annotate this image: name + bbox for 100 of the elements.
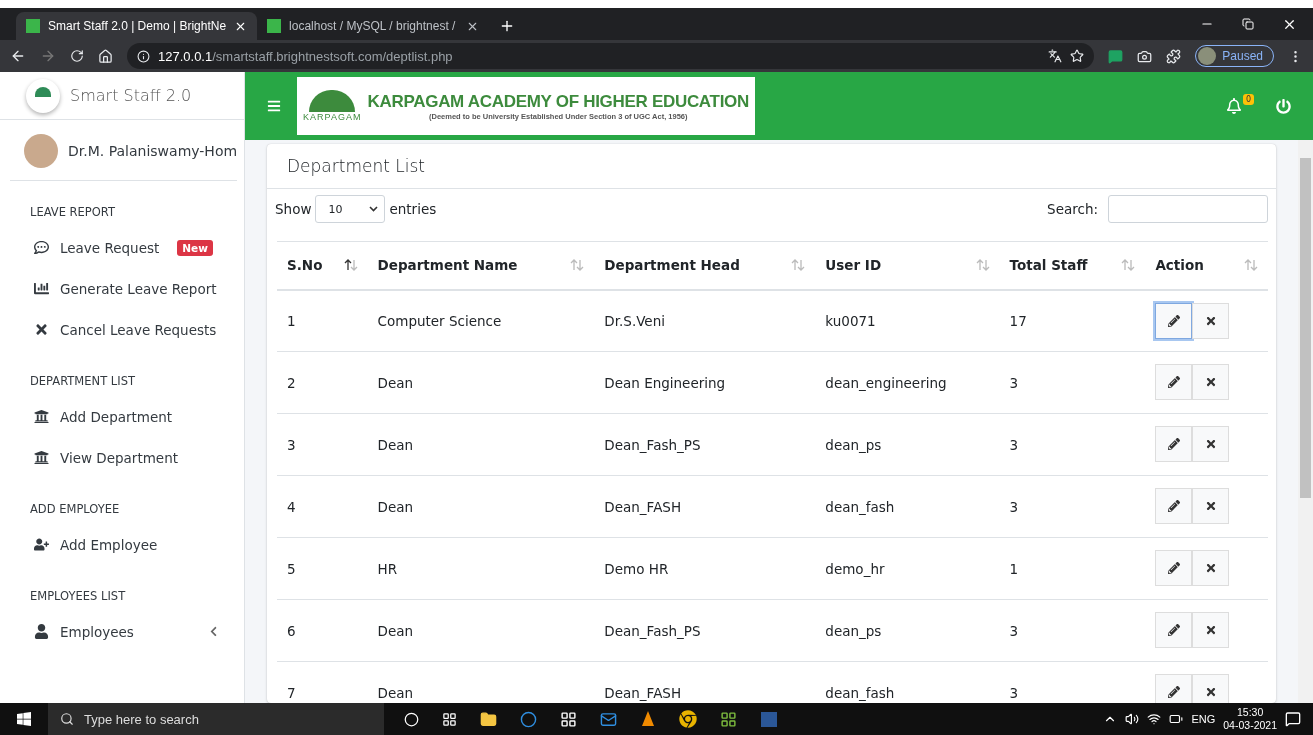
table-cell: dean_fash bbox=[825, 684, 895, 701]
nav-link[interactable]: Add Employee bbox=[60, 536, 158, 553]
browser-icon[interactable] bbox=[520, 710, 537, 728]
avatar-icon bbox=[1198, 47, 1217, 65]
folder-icon[interactable] bbox=[480, 710, 497, 728]
sort-icon bbox=[1244, 259, 1258, 272]
section-heading: LEAVE REPORT bbox=[29, 204, 116, 221]
nav-link[interactable]: Generate Leave Report bbox=[60, 280, 217, 297]
power-icon[interactable] bbox=[1276, 98, 1291, 114]
taskbar-search-field[interactable]: Type here to search bbox=[48, 703, 384, 735]
battery-icon[interactable] bbox=[1169, 712, 1184, 726]
table-cell: HR bbox=[377, 560, 398, 577]
column-header[interactable]: Action bbox=[1145, 241, 1268, 290]
app-icon[interactable] bbox=[720, 710, 737, 728]
circle-icon[interactable] bbox=[404, 711, 419, 727]
user-plus-icon bbox=[32, 537, 50, 552]
caret-icon bbox=[369, 206, 379, 212]
language-indicator[interactable]: ENG bbox=[1191, 713, 1216, 725]
column-header[interactable]: S.No bbox=[277, 241, 368, 290]
mail-icon[interactable] bbox=[600, 710, 617, 728]
table-cell: 3 bbox=[1009, 498, 1019, 515]
info-icon[interactable] bbox=[137, 49, 150, 63]
bell-icon[interactable] bbox=[1225, 98, 1242, 114]
table-cell: Dean_FASH bbox=[604, 498, 682, 515]
table-cell: 1 bbox=[287, 312, 296, 329]
close-icon bbox=[1204, 624, 1217, 636]
favicon-icon bbox=[267, 19, 282, 33]
sort-icon bbox=[1121, 259, 1136, 272]
notification-icon[interactable] bbox=[1285, 711, 1301, 727]
nav-link[interactable]: Employees bbox=[60, 623, 134, 640]
show-label: Show bbox=[275, 201, 312, 217]
chrome-icon[interactable] bbox=[679, 710, 697, 728]
store-icon[interactable] bbox=[560, 710, 577, 728]
nav-link[interactable]: Leave Request bbox=[60, 239, 160, 256]
close-icon bbox=[1204, 562, 1217, 574]
column-header[interactable]: Total Staff bbox=[999, 241, 1146, 290]
table-cell: 3 bbox=[1009, 436, 1019, 453]
column-header[interactable]: Department Head bbox=[594, 241, 816, 290]
card-title: Department List bbox=[267, 144, 1276, 189]
table-cell: Dean_FASH bbox=[604, 684, 682, 701]
column-header[interactable]: User ID bbox=[815, 241, 1000, 290]
avatar-icon bbox=[24, 134, 58, 168]
nav-link[interactable]: Add Department bbox=[60, 408, 173, 425]
wifi-icon[interactable] bbox=[1147, 712, 1162, 726]
table-cell: demo_hr bbox=[825, 560, 885, 577]
page-size-select[interactable]: 10 bbox=[315, 195, 386, 223]
task-view-icon[interactable] bbox=[442, 711, 457, 727]
table-cell: Dean bbox=[377, 374, 414, 391]
document-app-icon[interactable] bbox=[760, 710, 778, 728]
table-cell: Dean_Fash_PS bbox=[604, 622, 701, 639]
chat-bubble-icon[interactable] bbox=[1108, 48, 1124, 64]
favicon-icon bbox=[26, 19, 40, 33]
nav-link[interactable]: Cancel Leave Requests bbox=[60, 321, 217, 338]
column-header[interactable]: Department Name bbox=[367, 241, 595, 290]
table-cell: 3 bbox=[1009, 684, 1019, 701]
search-field[interactable] bbox=[1108, 195, 1268, 223]
bank-building-icon bbox=[32, 409, 50, 424]
section-heading: DEPARTMENT LIST bbox=[29, 373, 136, 390]
restore-icon[interactable] bbox=[1242, 18, 1254, 30]
clock[interactable]: 15:30 04-03-2021 bbox=[1223, 706, 1277, 732]
user-name[interactable]: Dr.M. Palaniswamy-Hom bbox=[68, 143, 238, 159]
sort-icon bbox=[791, 259, 806, 272]
logo-icon bbox=[26, 78, 60, 113]
nav-link[interactable]: View Department bbox=[60, 449, 179, 466]
browser-tab[interactable]: localhost / MySQL / brightnest / bbox=[257, 12, 490, 40]
pencil-icon bbox=[1167, 376, 1180, 388]
pencil-icon bbox=[1167, 562, 1180, 574]
pencil-icon bbox=[1167, 500, 1180, 512]
translate-icon[interactable] bbox=[1048, 49, 1063, 63]
reload-icon[interactable] bbox=[70, 49, 84, 63]
close-icon bbox=[1204, 314, 1217, 327]
bar-chart-icon bbox=[32, 281, 50, 296]
speaker-icon[interactable] bbox=[1125, 712, 1140, 726]
camera-icon[interactable] bbox=[1137, 48, 1153, 64]
close-icon bbox=[1204, 376, 1217, 388]
table-cell: 4 bbox=[287, 498, 296, 515]
table-cell: 5 bbox=[287, 560, 296, 577]
bank-building-icon bbox=[32, 450, 50, 465]
table-cell: 2 bbox=[287, 374, 296, 391]
forward-icon[interactable] bbox=[40, 48, 56, 64]
table-cell: ku0071 bbox=[825, 312, 876, 329]
address-field[interactable]: 127.0.0.1/smartstaff.brightnestsoft.com/deptlist.php bbox=[127, 43, 1095, 69]
browser-tab[interactable]: Smart Staff 2.0 | Demo | BrightNe bbox=[16, 12, 258, 40]
home-icon[interactable] bbox=[98, 48, 113, 64]
star-icon[interactable] bbox=[1070, 49, 1085, 63]
table-cell: Dean bbox=[377, 436, 414, 453]
table-cell: Dean Engineering bbox=[604, 374, 726, 391]
notification-count: 0 bbox=[1242, 94, 1254, 105]
pencil-icon bbox=[1167, 624, 1180, 636]
table-cell: 1 bbox=[1009, 560, 1019, 577]
logo-text: KARPAGAM bbox=[303, 112, 362, 122]
cone-icon[interactable] bbox=[640, 710, 656, 728]
back-icon[interactable] bbox=[10, 48, 26, 64]
menu-icon[interactable] bbox=[267, 99, 281, 113]
puzzle-icon[interactable] bbox=[1166, 48, 1182, 64]
search-label: Search: bbox=[1047, 201, 1098, 217]
brand-name: Smart Staff 2.0 bbox=[70, 86, 192, 105]
close-icon bbox=[1204, 686, 1217, 698]
table-cell: dean_fash bbox=[825, 498, 895, 515]
close-icon bbox=[1204, 500, 1217, 512]
